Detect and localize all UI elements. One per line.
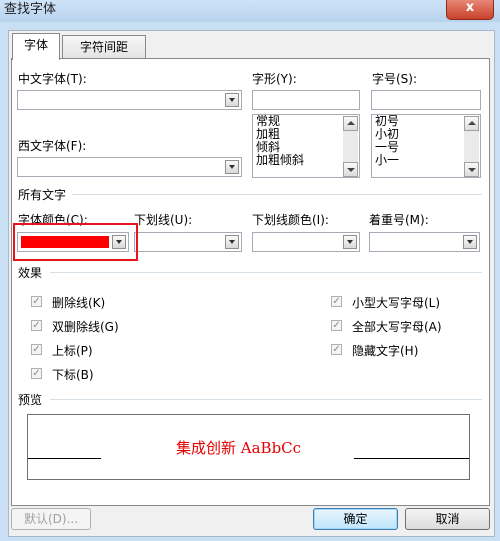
western-font-select[interactable]: [17, 157, 242, 177]
size-label: 字号(S):: [372, 72, 418, 86]
check-icon: ✓: [332, 344, 341, 355]
hidden-text-checkbox[interactable]: ✓: [331, 344, 342, 355]
highlight-annotation: [13, 223, 138, 261]
title-bar: [0, 0, 500, 22]
chevron-down-icon[interactable]: [225, 235, 239, 249]
style-label: 字形(Y):: [252, 72, 297, 86]
underline-color-select[interactable]: [252, 232, 360, 252]
scroll-down-icon[interactable]: [464, 162, 479, 177]
tab-font[interactable]: 字体: [12, 33, 60, 60]
chinese-font-label: 中文字体(T):: [18, 72, 87, 86]
chevron-down-icon[interactable]: [225, 160, 239, 174]
strikethrough-checkbox[interactable]: ✓: [31, 296, 42, 307]
preview-sample-text: 集成创新 AaBbCc: [176, 439, 302, 457]
tab-character-spacing-label: 字符间距: [79, 40, 128, 54]
all-caps-checkbox[interactable]: ✓: [331, 320, 342, 331]
underline-select[interactable]: [134, 232, 242, 252]
style-input[interactable]: [252, 90, 360, 110]
check-icon: ✓: [32, 344, 41, 355]
size-listbox[interactable]: 初号 小初 一号 小一: [371, 114, 481, 178]
check-icon: ✓: [332, 320, 341, 331]
underline-label: 下划线(U):: [134, 213, 193, 227]
scroll-down-icon[interactable]: [343, 162, 358, 177]
all-caps-label: 全部大写字母(A): [352, 320, 442, 334]
effects-group-label: 效果: [18, 266, 43, 280]
tab-font-label: 字体: [23, 38, 48, 52]
scroll-up-icon[interactable]: [343, 116, 358, 131]
chevron-down-icon[interactable]: [225, 93, 239, 107]
underline-color-label: 下划线颜色(I):: [252, 213, 329, 227]
check-icon: ✓: [332, 296, 341, 307]
size-input[interactable]: [371, 90, 481, 110]
divider: [72, 194, 482, 195]
all-text-group-label: 所有文字: [18, 188, 67, 202]
scroll-up-icon[interactable]: [464, 116, 479, 131]
ok-button[interactable]: 确定: [313, 508, 398, 530]
tab-character-spacing[interactable]: 字符间距: [62, 35, 146, 58]
small-caps-checkbox[interactable]: ✓: [331, 296, 342, 307]
small-caps-label: 小型大写字母(L): [352, 296, 441, 310]
emphasis-select[interactable]: [369, 232, 480, 252]
close-icon: x: [465, 0, 475, 15]
check-icon: ✓: [32, 368, 41, 379]
hidden-text-label: 隐藏文字(H): [352, 344, 419, 358]
superscript-label: 上标(P): [52, 344, 93, 358]
subscript-label: 下标(B): [52, 368, 94, 382]
chinese-font-select[interactable]: [17, 90, 242, 110]
style-scrollbar[interactable]: [343, 116, 358, 177]
style-listbox[interactable]: 常规 加粗 倾斜 加粗倾斜: [252, 114, 360, 178]
chevron-down-icon[interactable]: [463, 235, 477, 249]
default-button[interactable]: 默认(D)...: [11, 508, 91, 530]
superscript-checkbox[interactable]: ✓: [31, 344, 42, 355]
preview-baseline-left: [28, 458, 101, 459]
chevron-down-icon[interactable]: [343, 235, 357, 249]
strikethrough-label: 删除线(K): [52, 296, 106, 310]
divider: [50, 399, 482, 400]
subscript-checkbox[interactable]: ✓: [31, 368, 42, 379]
cancel-button[interactable]: 取消: [405, 508, 490, 530]
check-icon: ✓: [32, 320, 41, 331]
preview-baseline-right: [354, 458, 469, 459]
emphasis-label: 着重号(M):: [369, 213, 429, 227]
size-scrollbar[interactable]: [464, 116, 479, 177]
double-strikethrough-label: 双删除线(G): [52, 320, 119, 334]
double-strikethrough-checkbox[interactable]: ✓: [31, 320, 42, 331]
close-button[interactable]: x: [446, 0, 494, 20]
western-font-label: 西文字体(F):: [18, 139, 87, 153]
preview-group-label: 预览: [18, 393, 43, 407]
check-icon: ✓: [32, 296, 41, 307]
divider: [50, 272, 482, 273]
window-title: 查找字体: [4, 2, 57, 17]
